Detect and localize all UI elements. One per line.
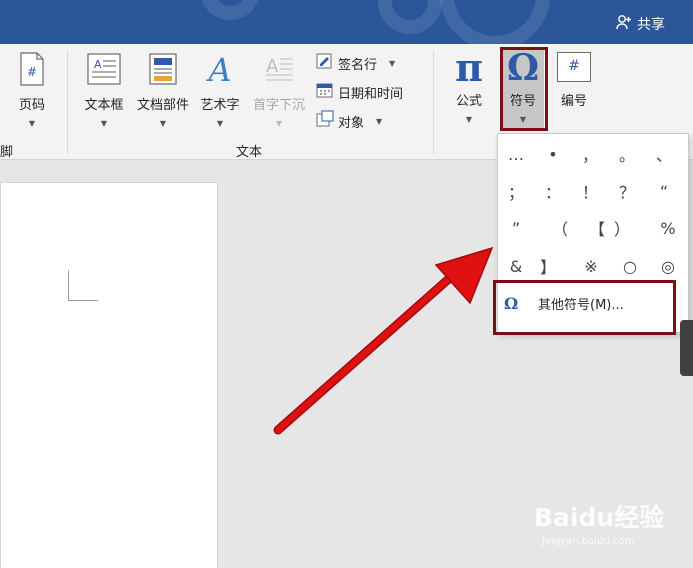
numbering-label: 编号 <box>560 94 587 109</box>
decorative-shape <box>200 0 260 20</box>
symbol-cell[interactable]: % <box>650 210 686 246</box>
decorative-shape <box>440 0 550 44</box>
symbol-cell[interactable]: ” <box>498 210 534 246</box>
chevron-down-icon: ▼ <box>275 119 283 128</box>
header-footer-group-label: 脚 <box>0 145 14 160</box>
symbol-cell[interactable]: ， <box>572 136 608 172</box>
symbol-cell[interactable]: … <box>498 136 534 172</box>
svg-text:A: A <box>205 52 231 86</box>
drop-cap-icon: A <box>262 52 296 90</box>
textbox-label: 文本框 <box>84 98 124 113</box>
signature-line-icon <box>316 52 334 74</box>
symbol-cell[interactable]: ： <box>535 173 571 209</box>
symbol-cell[interactable]: 、 <box>646 136 682 172</box>
chevron-down-icon: ▼ <box>100 119 108 128</box>
symbol-cell[interactable]: ！ <box>572 173 608 209</box>
group-divider <box>433 50 434 154</box>
add-person-icon <box>616 14 632 34</box>
wordart-button[interactable]: A 艺术字 ▼ <box>196 51 244 128</box>
symbol-cell[interactable]: 。 <box>609 136 645 172</box>
date-time-button[interactable]: 日期和时间 <box>316 81 403 103</box>
drop-cap-button[interactable]: A 首字下沉 ▼ <box>248 52 310 128</box>
svg-text:A: A <box>94 58 102 71</box>
svg-text:A: A <box>266 56 279 77</box>
chevron-down-icon: ▼ <box>465 115 473 124</box>
decorative-shape <box>378 0 442 34</box>
margin-corner-mark <box>68 300 98 301</box>
chevron-down-icon: ▼ <box>389 58 396 68</box>
page-number-button[interactable]: # 页码 ▼ <box>12 52 52 128</box>
watermark-url: jingyan.baidu.com <box>542 536 635 547</box>
equation-button[interactable]: π 公式 ▼ <box>446 48 492 124</box>
symbol-cell[interactable]: ？ <box>609 173 645 209</box>
symbol-cell[interactable]: “ <box>646 173 682 209</box>
chevron-down-icon: ▼ <box>376 116 383 126</box>
text-group-label: 文本 <box>236 145 263 160</box>
symbol-cell[interactable]: ； <box>498 173 534 209</box>
wordart-label: 艺术字 <box>200 98 240 113</box>
document-parts-icon <box>148 52 178 90</box>
document-parts-button[interactable]: 文档部件 ▼ <box>134 52 192 128</box>
watermark-brand: Baidu经验 <box>534 503 665 532</box>
svg-text:#: # <box>27 65 37 79</box>
symbol-cell[interactable]: 】 <box>530 248 566 284</box>
calendar-icon <box>316 81 334 103</box>
symbol-cell[interactable]: ） <box>604 210 640 246</box>
symbol-cell[interactable]: ※ <box>573 248 609 284</box>
pi-icon: π <box>455 45 483 90</box>
drop-cap-label: 首字下沉 <box>252 98 305 113</box>
object-icon <box>316 110 334 132</box>
watermark: Baidu经验 jingyan.baidu.com <box>534 498 665 547</box>
symbol-cell[interactable]: （ <box>542 210 578 246</box>
symbol-cell[interactable]: ○ <box>612 248 648 284</box>
object-button[interactable]: 对象 ▼ <box>316 110 382 132</box>
page-number-icon: # <box>19 52 45 90</box>
chevron-down-icon: ▼ <box>216 119 224 128</box>
hash-glyph: # <box>568 58 580 74</box>
signature-line-label: 签名行 <box>338 57 378 73</box>
more-symbols-highlight <box>493 280 676 335</box>
equation-label: 公式 <box>455 94 482 109</box>
margin-corner-mark <box>68 270 69 300</box>
title-bar: 共享 <box>0 0 693 44</box>
side-scroll-handle[interactable] <box>680 320 693 376</box>
date-time-label: 日期和时间 <box>338 86 404 102</box>
symbol-cell[interactable]: & <box>498 248 534 284</box>
textbox-icon: A <box>86 52 122 90</box>
symbol-cell[interactable]: • <box>535 136 571 172</box>
share-button[interactable]: 共享 <box>616 14 665 34</box>
chevron-down-icon: ▼ <box>159 119 167 128</box>
document-page[interactable] <box>0 182 218 568</box>
textbox-button[interactable]: A 文本框 ▼ <box>80 52 128 128</box>
object-label: 对象 <box>338 115 365 131</box>
signature-line-button[interactable]: 签名行 ▼ <box>316 52 395 74</box>
page-number-label: 页码 <box>18 98 45 113</box>
document-parts-label: 文档部件 <box>136 98 189 113</box>
symbol-cell[interactable]: ◎ <box>650 248 686 284</box>
share-label: 共享 <box>637 17 665 33</box>
symbol-button-highlight <box>500 47 548 131</box>
numbering-icon: # <box>557 52 591 82</box>
wordart-icon: A <box>203 51 237 90</box>
numbering-button[interactable]: # 编号 <box>552 52 596 110</box>
chevron-down-icon: ▼ <box>28 119 36 128</box>
group-divider <box>67 50 68 154</box>
